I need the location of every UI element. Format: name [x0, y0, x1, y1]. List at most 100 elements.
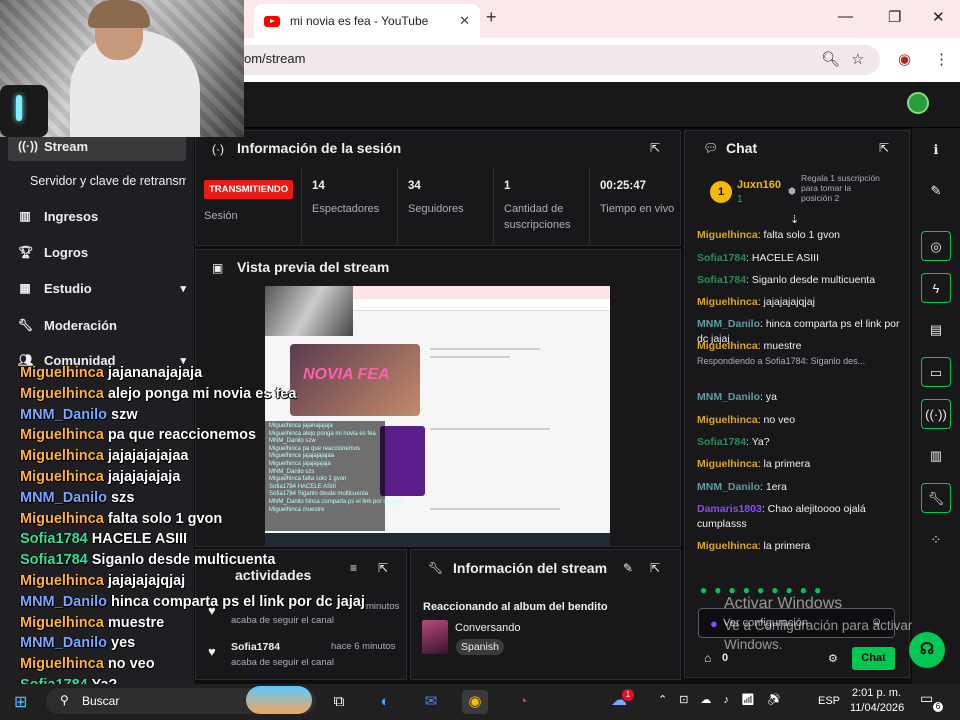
obs-icon[interactable]: ◔ — [510, 690, 536, 714]
address-bar[interactable]: om/stream — [180, 45, 880, 75]
chat-username[interactable]: Miguelhinca — [697, 340, 758, 352]
channel-logo[interactable] — [907, 92, 929, 114]
popout-icon[interactable]: ⇱ — [378, 561, 388, 575]
chat-username[interactable]: MNM_Danilo — [697, 391, 760, 403]
nav-item-moderacion[interactable]: 🔧︎ Moderación — [8, 310, 186, 340]
chat-message: Sofia1784: HACELE ASIII — [697, 251, 907, 266]
chat-text: Respondiendo a Sofia1784: Siganlo des... — [697, 356, 866, 366]
notification-center-icon[interactable]: ▭ — [920, 690, 933, 707]
popout-icon[interactable]: ⇱ — [650, 561, 660, 575]
nav-item-ingresos[interactable]: ▥ Ingresos — [8, 201, 186, 231]
live-badge: TRANSMITIENDO — [204, 180, 294, 199]
info-icon[interactable]: ℹ — [921, 135, 951, 165]
stat-uptime: 00:25:47 Tiempo en vivo — [589, 168, 679, 244]
overlay-text: hinca comparta ps el link por dc jajaj — [111, 593, 365, 610]
overlay-chat-line: MNM_Danilo hinca comparta ps el link por… — [20, 592, 365, 613]
layout-icon[interactable]: ▥ — [921, 441, 951, 471]
notes-icon[interactable]: ▤ — [921, 315, 951, 345]
stat-subs: 1 Cantidad de suscripciones — [493, 168, 589, 244]
chat-username[interactable]: MNM_Danilo — [697, 318, 760, 330]
language-indicator[interactable]: ESP — [818, 695, 840, 707]
stream-category[interactable]: Conversando — [455, 622, 520, 634]
clock-date[interactable]: 11/04/2026 — [850, 702, 904, 714]
overlay-username: Miguelhinca — [20, 469, 104, 485]
filter-icon[interactable]: ≡ — [350, 561, 357, 575]
browser-menu-icon[interactable]: ⋮ — [934, 50, 949, 68]
chrome-icon[interactable]: ◉ — [462, 690, 488, 714]
tab-close-icon[interactable]: ✕ — [459, 13, 470, 29]
minimize-button[interactable]: — — [838, 8, 853, 25]
overlay-chat-line: Sofia1784 HACELE ASIII — [20, 529, 187, 550]
overlay-chat-line: Miguelhinca jajananajajaja — [20, 363, 202, 384]
nav-item-logros[interactable]: 🏆︎ Logros — [8, 237, 186, 267]
overlay-chat-line: Miguelhinca no veo — [20, 654, 155, 675]
popout-icon[interactable]: ⇱ — [650, 141, 660, 155]
close-window-button[interactable]: ✕ — [932, 8, 945, 26]
chat-icon: 💬︎ — [703, 141, 719, 155]
heart-icon: ♥ — [208, 644, 216, 659]
preview-webcam — [265, 286, 353, 336]
trophy-icon: 🏆︎ — [18, 245, 34, 259]
top-supporter-count: 1 — [737, 194, 743, 205]
stream-preview-video[interactable]: NOVIA FEA Miguelhinca jajanajajaja Migue… — [265, 286, 610, 546]
chat-username[interactable]: Miguelhinca — [697, 458, 758, 470]
chat-username[interactable]: Damaris1803 — [697, 503, 762, 515]
outlook-icon[interactable]: ✉ — [418, 690, 444, 714]
preview-panel-title: Vista previa del stream — [237, 259, 390, 275]
chat-message: Miguelhinca: la primera — [697, 457, 907, 472]
clock-time[interactable]: 2:01 p. m. — [852, 687, 901, 699]
chat-username[interactable]: MNM_Danilo — [697, 481, 760, 493]
chat-message: Miguelhinca: no veo — [697, 413, 907, 428]
chat-message: MNM_Danilo: 1era — [697, 480, 907, 495]
wrench-icon[interactable]: 🔧︎ — [921, 483, 951, 513]
chat-text: falta solo 1 gvon — [763, 229, 840, 241]
overlay-username: MNM_Danilo — [20, 489, 107, 506]
windows-start-icon[interactable]: ⊞ — [14, 692, 27, 712]
new-tab-button[interactable]: + — [486, 7, 497, 28]
category-cover — [422, 620, 448, 654]
preview-text-line — [430, 348, 540, 350]
popout-icon[interactable]: ⇱ — [879, 141, 889, 155]
gift-sub-prompt[interactable]: Regala 1 suscripción para tomar la posic… — [801, 173, 881, 203]
chat-username[interactable]: Sofia1784 — [697, 252, 746, 264]
broadcast-icon[interactable]: ((·)) — [921, 399, 951, 429]
chat-username[interactable]: Sofia1784 — [697, 274, 746, 286]
nav-label: Moderación — [44, 317, 117, 333]
task-view-icon[interactable]: ⧉ — [326, 690, 352, 714]
chat-text: ya — [765, 391, 777, 403]
stream-title: Reaccionando al album del bendito — [423, 601, 608, 613]
edit-icon[interactable]: ✎ — [623, 561, 633, 575]
chat-scroll-arrow-icon[interactable]: ⇣ — [790, 213, 799, 226]
lightning-icon[interactable]: ϟ — [921, 273, 951, 303]
maximize-button[interactable]: ❐ — [888, 8, 901, 26]
edge-icon[interactable]: ◐ — [372, 690, 398, 714]
apps-icon[interactable]: ⁘ — [921, 525, 951, 555]
wrench-icon: 🔧︎ — [428, 561, 444, 575]
bookmark-star-icon[interactable]: ☆ — [851, 50, 864, 68]
video-icon: ▣ — [212, 261, 224, 275]
overlay-chat-line: MNM_Danilo szw — [20, 405, 138, 426]
profile-icon[interactable]: ◉ — [898, 50, 911, 68]
chat-username[interactable]: Miguelhinca — [697, 414, 758, 426]
wrench-icon: 🔧︎ — [18, 318, 34, 332]
chat-text: muestre — [763, 340, 802, 352]
windows-activation-watermark: Activar Windows Ve a Configuración para … — [724, 594, 960, 654]
chat-username[interactable]: Miguelhinca — [697, 229, 758, 241]
chat-text: Siganlo desde multicuenta — [751, 274, 876, 286]
system-tray-icons[interactable]: ⌃⊡☁♪📶︎🔊︎ — [658, 693, 793, 706]
browser-tab[interactable]: mi novia es fea - YouTube ✕ — [254, 4, 480, 38]
chat-message: Respondiendo a Sofia1784: Siganlo des... — [697, 354, 907, 369]
chat-username[interactable]: Miguelhinca — [697, 540, 758, 552]
watermark-line2: Ve a Configuración para activar Windows. — [724, 618, 913, 652]
nav-item-estudio[interactable]: ▦ Estudio ▾ — [8, 273, 186, 303]
chat-icon[interactable]: ▭ — [921, 357, 951, 387]
overlay-text: Siganlo desde multicuenta — [91, 552, 276, 569]
edit-icon[interactable]: ✎ — [921, 176, 951, 206]
chat-username[interactable]: Miguelhinca — [697, 296, 758, 308]
chat-username[interactable]: Sofia1784 — [697, 436, 746, 448]
camera-icon[interactable]: ◎ — [921, 231, 951, 261]
mic-icon[interactable]: ● — [710, 616, 718, 631]
broadcast-icon: ((·)) — [18, 139, 38, 153]
zoom-icon[interactable]: 🔍︎ — [821, 50, 840, 68]
nav-item-servidor[interactable]: Servidor y clave de retransmisión — [8, 166, 186, 196]
